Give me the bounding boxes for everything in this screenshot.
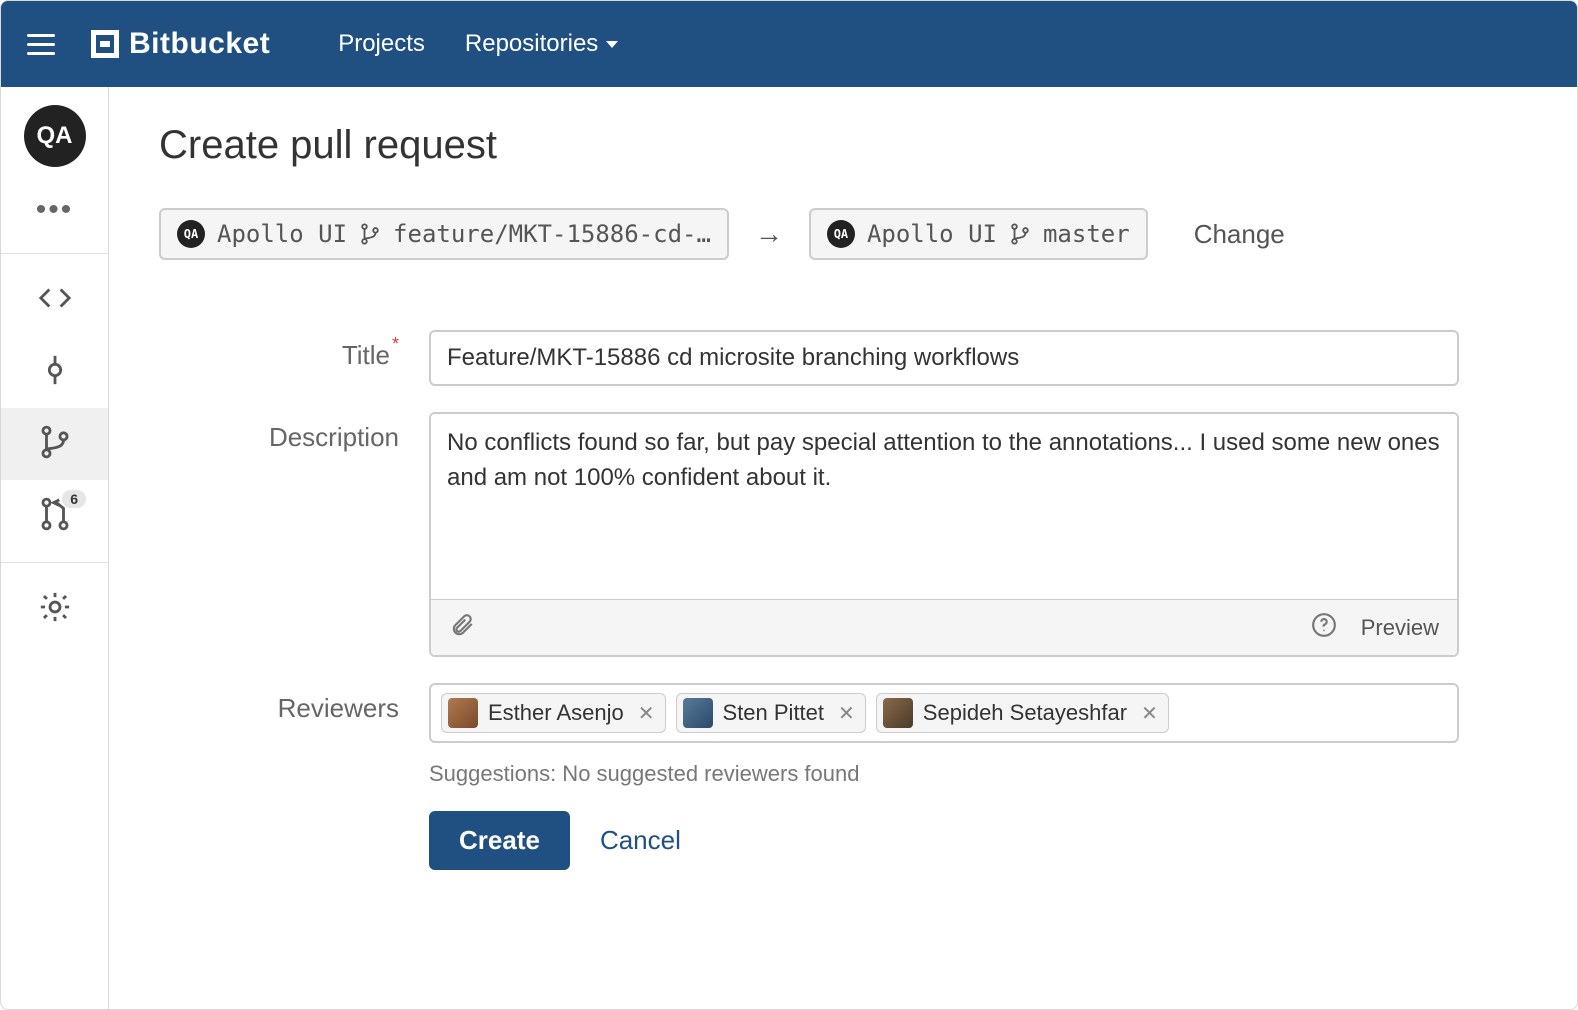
- hamburger-icon: [27, 34, 55, 37]
- target-branch-pill[interactable]: QA Apollo UI master: [809, 208, 1148, 260]
- reviewer-chip: Esther Asenjo ✕: [441, 693, 666, 733]
- global-header: Bitbucket Projects Repositories: [1, 1, 1577, 87]
- description-editor: Preview: [429, 412, 1459, 657]
- cancel-link[interactable]: Cancel: [600, 825, 681, 856]
- avatar: [883, 698, 913, 728]
- project-avatar[interactable]: QA: [24, 105, 86, 167]
- target-repo-name: Apollo UI: [867, 220, 997, 248]
- gear-icon: [38, 590, 72, 629]
- project-avatar-small: QA: [177, 220, 205, 248]
- title-input[interactable]: [429, 330, 1459, 386]
- arrow-right-icon: →: [755, 218, 783, 250]
- commit-icon: [38, 353, 72, 392]
- sidebar-more-button[interactable]: •••: [36, 195, 74, 225]
- project-avatar-small: QA: [827, 220, 855, 248]
- avatar: [448, 698, 478, 728]
- nav-repositories[interactable]: Repositories: [465, 30, 618, 58]
- reviewers-row: Reviewers Esther Asenjo ✕ Sten Pittet: [159, 683, 1459, 870]
- source-branch-pill[interactable]: QA Apollo UI feature/MKT-15886-cd-…: [159, 208, 729, 260]
- form-actions: Create Cancel: [429, 811, 1459, 870]
- app-body: QA ••• 6: [1, 87, 1577, 1009]
- reviewers-label: Reviewers: [159, 683, 399, 724]
- target-branch-name: master: [1043, 220, 1130, 248]
- branch-selector-row: QA Apollo UI feature/MKT-15886-cd-… → QA…: [159, 208, 1527, 260]
- page-title: Create pull request: [159, 123, 1527, 168]
- reviewer-chip: Sten Pittet ✕: [676, 693, 866, 733]
- reviewer-name: Sten Pittet: [723, 700, 825, 726]
- description-toolbar: Preview: [431, 599, 1457, 655]
- required-asterisk: *: [392, 334, 399, 365]
- reviewers-input[interactable]: Esther Asenjo ✕ Sten Pittet ✕ Sepideh Se…: [429, 683, 1459, 743]
- pull-request-count-badge: 6: [62, 490, 86, 508]
- reviewer-suggestions: Suggestions: No suggested reviewers foun…: [429, 761, 1459, 787]
- title-label: Title*: [159, 330, 399, 371]
- primary-nav: Projects Repositories: [338, 30, 618, 58]
- sidebar-item-branches[interactable]: [1, 408, 108, 480]
- remove-reviewer-button[interactable]: ✕: [638, 701, 655, 726]
- brand-name: Bitbucket: [129, 27, 270, 61]
- reviewer-chip: Sepideh Setayeshfar ✕: [876, 693, 1169, 733]
- code-icon: [38, 281, 72, 320]
- avatar: [683, 698, 713, 728]
- chevron-down-icon: [606, 41, 618, 48]
- sidebar-item-source[interactable]: [1, 264, 108, 336]
- brand-logo[interactable]: Bitbucket: [91, 27, 270, 61]
- branch-icon: [359, 223, 381, 245]
- help-icon[interactable]: [1311, 612, 1337, 644]
- pull-request-form: Title* Description: [159, 330, 1459, 870]
- preview-link[interactable]: Preview: [1361, 615, 1439, 641]
- sidebar-item-pull-requests[interactable]: 6: [1, 480, 108, 552]
- hamburger-menu-button[interactable]: [19, 26, 63, 63]
- source-branch-name: feature/MKT-15886-cd-…: [393, 220, 711, 248]
- nav-projects[interactable]: Projects: [338, 30, 425, 58]
- app-window: Bitbucket Projects Repositories QA •••: [0, 0, 1578, 1010]
- reviewer-name: Esther Asenjo: [488, 700, 624, 726]
- title-row: Title*: [159, 330, 1459, 386]
- branch-icon: [38, 425, 72, 464]
- remove-reviewer-button[interactable]: ✕: [838, 701, 855, 726]
- branch-icon: [1009, 223, 1031, 245]
- main-content: Create pull request QA Apollo UI feature…: [109, 87, 1577, 1009]
- create-button[interactable]: Create: [429, 811, 570, 870]
- source-repo-name: Apollo UI: [217, 220, 347, 248]
- divider: [1, 253, 108, 254]
- description-label: Description: [159, 412, 399, 453]
- divider: [1, 562, 108, 563]
- description-row: Description: [159, 412, 1459, 657]
- change-branches-link[interactable]: Change: [1194, 219, 1285, 250]
- sidebar-item-commits[interactable]: [1, 336, 108, 408]
- sidebar: QA ••• 6: [1, 87, 109, 1009]
- bitbucket-logo-icon: [91, 30, 119, 58]
- description-textarea[interactable]: [431, 414, 1457, 594]
- attachment-icon[interactable]: [449, 612, 475, 644]
- sidebar-item-settings[interactable]: [1, 573, 108, 645]
- reviewer-name: Sepideh Setayeshfar: [923, 700, 1127, 726]
- remove-reviewer-button[interactable]: ✕: [1141, 701, 1158, 726]
